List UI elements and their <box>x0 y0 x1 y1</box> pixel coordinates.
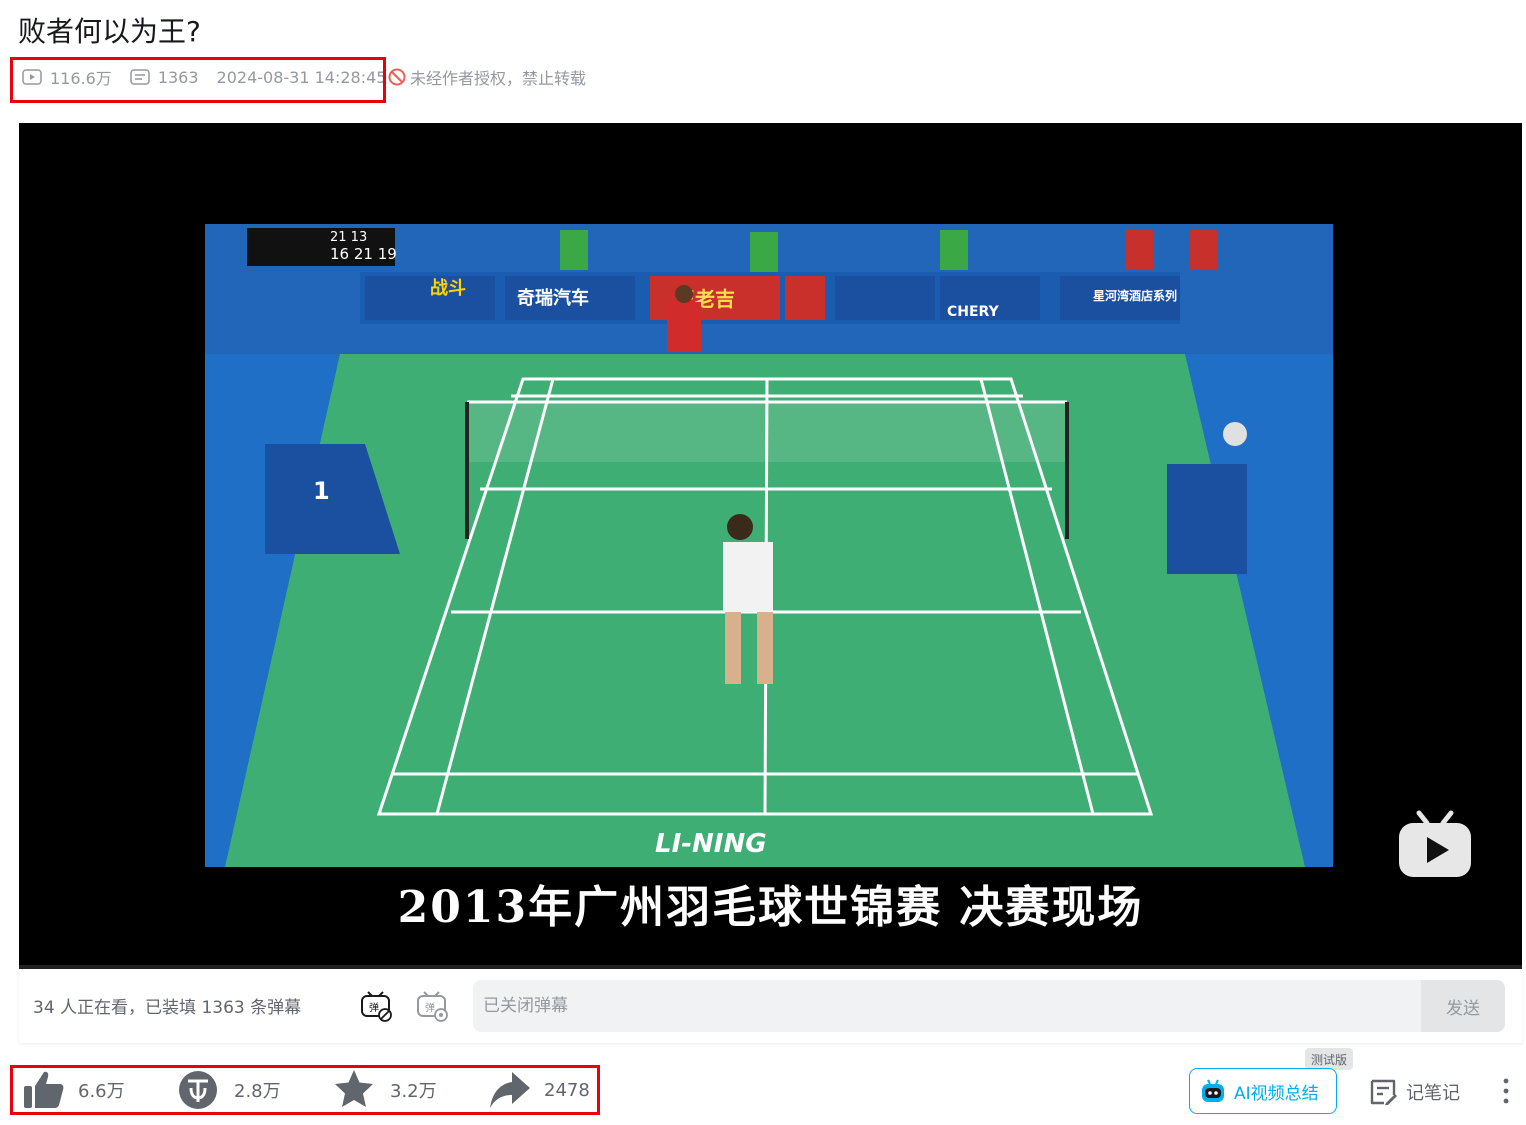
sponsor-1: 奇瑞汽车 <box>517 287 589 309</box>
floor-brand: LI-NING <box>655 829 767 859</box>
danmaku-settings-button[interactable]: 弹 <box>415 989 449 1023</box>
note-label: 记笔记 <box>1406 1083 1460 1104</box>
beta-tag: 测试版 <box>1305 1048 1354 1070</box>
robot-icon <box>1200 1078 1226 1104</box>
danmaku-toggle-button[interactable]: 弹 <box>359 989 393 1023</box>
note-icon <box>1368 1077 1398 1107</box>
video-subtitle: 2013年广州羽毛球世锦赛 决赛现场 <box>397 882 1144 933</box>
sponsor-5: 战斗 <box>430 278 466 299</box>
court-scene: 战斗 奇瑞汽车 王老吉 CHERY 星河湾酒店系列 21 13 16 21 19 <box>205 224 1333 867</box>
more-button[interactable] <box>1494 1076 1518 1106</box>
scoreboard-row2: 16 21 19 <box>330 245 397 263</box>
court-number: 1 <box>313 477 330 505</box>
note-button[interactable]: 记笔记 <box>1368 1072 1460 1112</box>
copyright-text: 未经作者授权，禁止转载 <box>410 69 587 88</box>
forbidden-icon <box>388 68 406 86</box>
svg-text:弹: 弹 <box>425 1001 435 1014</box>
sponsor-4: 星河湾酒店系列 <box>1093 288 1177 303</box>
send-button[interactable]: 发送 <box>1421 980 1505 1032</box>
highlight-box-actions <box>10 1065 600 1115</box>
play-button[interactable] <box>1397 809 1473 879</box>
video-title: 败者何以为王? <box>18 15 201 48</box>
bilibili-tv-play-icon <box>1399 810 1471 877</box>
highlight-box-meta <box>10 57 386 103</box>
video-player[interactable]: 战斗 奇瑞汽车 王老吉 CHERY 星河湾酒店系列 21 13 16 21 19 <box>19 123 1522 968</box>
action-toolbar: 6.6万 2.8万 3.2万 2478 测试版 AI视频总结 记笔记 <box>0 1048 1526 1122</box>
more-dots-icon <box>1503 1078 1509 1104</box>
danmaku-settings-icon: 弹 <box>417 991 448 1022</box>
ai-summary-label: AI视频总结 <box>1234 1083 1319 1104</box>
copyright-notice: 未经作者授权，禁止转载 <box>388 64 586 90</box>
danmaku-on-icon: 弹 <box>361 991 392 1022</box>
danmaku-input[interactable] <box>483 980 1413 1032</box>
danmaku-bar: 34 人正在看，已装填 1363 条弹幕 弹 弹 发送 <box>19 969 1522 1043</box>
ai-summary-button[interactable]: AI视频总结 <box>1189 1068 1337 1114</box>
viewer-status: 34 人正在看，已装填 1363 条弹幕 <box>33 998 302 1018</box>
danmaku-input-wrap: 发送 <box>473 980 1505 1032</box>
svg-text:弹: 弹 <box>369 1001 379 1014</box>
video-frame[interactable]: 战斗 奇瑞汽车 王老吉 CHERY 星河湾酒店系列 21 13 16 21 19 <box>205 224 1333 867</box>
scoreboard-row1: 21 13 <box>330 230 367 245</box>
sponsor-3: CHERY <box>947 304 1000 320</box>
